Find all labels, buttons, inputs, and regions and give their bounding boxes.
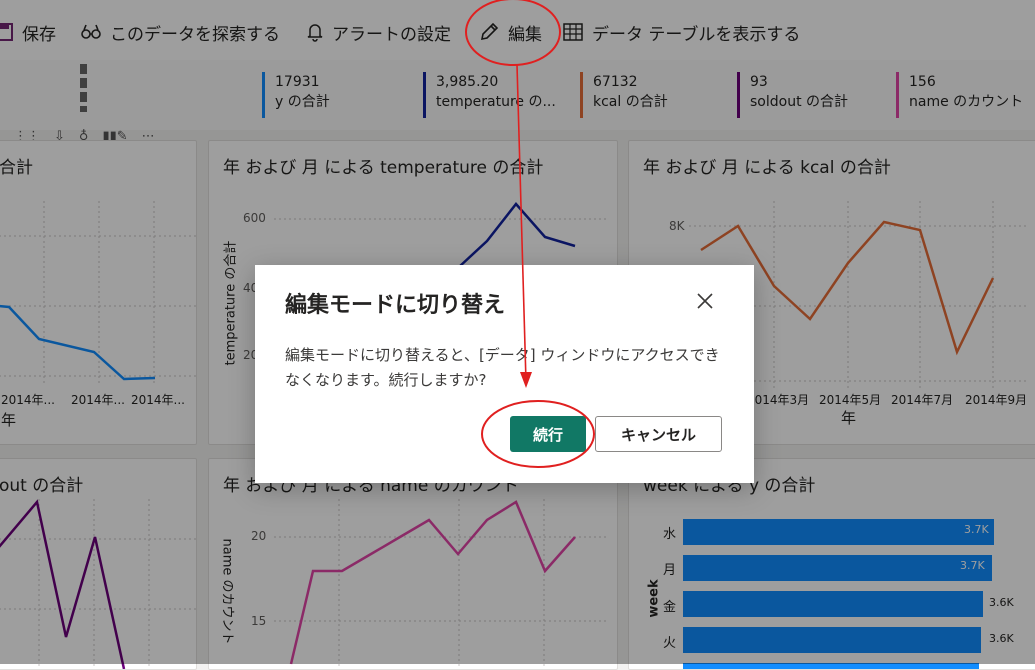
continue-button[interactable]: 続行	[510, 416, 586, 452]
cancel-button[interactable]: キャンセル	[595, 416, 722, 452]
switch-edit-mode-dialog: 編集モードに切り替え 編集モードに切り替えると、[データ] ウィンドウにアクセス…	[255, 265, 754, 483]
close-icon[interactable]	[695, 291, 715, 311]
dialog-title: 編集モードに切り替え	[285, 293, 506, 318]
dialog-message: 編集モードに切り替えると、[データ] ウィンドウにアクセスできなくなります。続行…	[285, 346, 720, 389]
bar[interactable]	[683, 663, 979, 669]
